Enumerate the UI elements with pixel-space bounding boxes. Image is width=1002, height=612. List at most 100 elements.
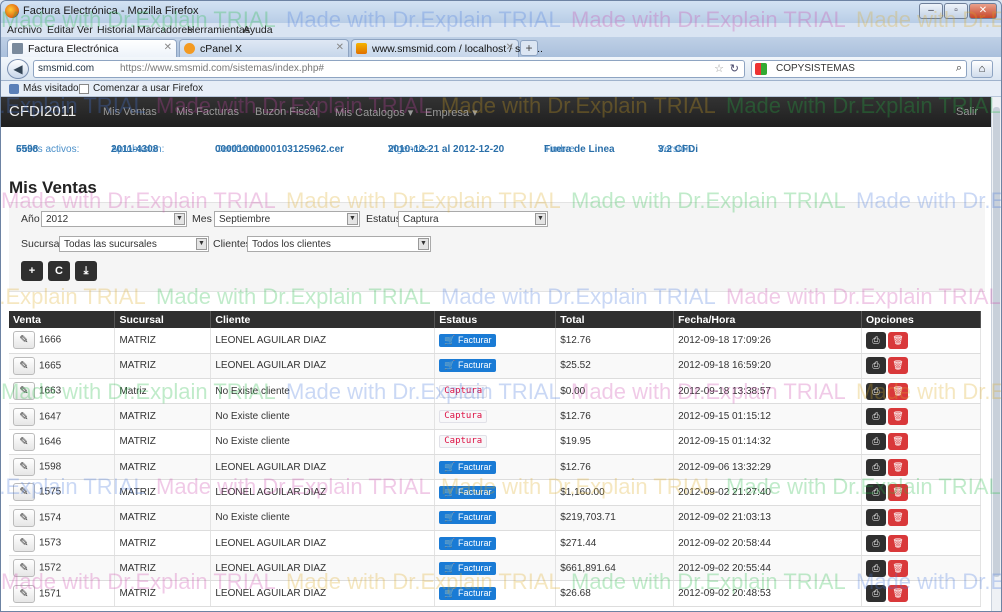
col-fecha[interactable]: Fecha/Hora [673,311,863,328]
home-icon[interactable]: ⌂ [971,60,993,78]
month-select[interactable]: Septiembre ▼ [214,211,360,227]
search-icon[interactable]: ⌕ [956,62,962,75]
print-icon[interactable]: ⎙ [866,585,887,603]
print-icon[interactable]: ⎙ [866,357,887,375]
close-tab-icon[interactable]: ✕ [336,42,344,53]
branch-select[interactable]: Todas las sucursales ▼ [59,236,209,252]
facturar-button[interactable]: 🛒 Facturar [439,333,497,347]
delete-trash-icon[interactable]: 🗑 [888,408,909,426]
edit-pencil-icon[interactable]: ✎ [13,534,35,553]
total-cell: $25.52 [555,353,675,380]
delete-trash-icon[interactable]: 🗑 [888,433,909,451]
nav-mis-ventas[interactable]: Mis Ventas [103,106,157,118]
edit-pencil-icon[interactable]: ✎ [13,458,35,477]
edit-pencil-icon[interactable]: ✎ [13,382,35,401]
logout-link[interactable]: Salir [956,106,978,118]
site-identity[interactable]: smsmid.com [38,63,94,74]
delete-trash-icon[interactable]: 🗑 [888,458,909,476]
print-icon[interactable]: ⎙ [866,433,887,451]
search-engine-icon[interactable] [755,63,767,75]
col-venta[interactable]: Venta [9,311,116,328]
aprobacion-value: 2011-4308 [111,144,159,155]
vertical-scrollbar[interactable] [991,97,1001,611]
print-icon[interactable]: ⎙ [866,458,887,476]
fecha-cell: 2012-09-18 17:09:26 [673,328,863,354]
nav-empresa[interactable]: Empresa ▾ [425,106,478,119]
add-sale-button[interactable]: + [21,261,43,281]
app-brand[interactable]: CFDI2011 [9,103,76,120]
nav-buzon-fiscal[interactable]: Buzon Fiscal [255,106,318,118]
col-cliente[interactable]: Cliente [210,311,436,328]
delete-trash-icon[interactable]: 🗑 [888,382,909,400]
year-select[interactable]: 2012 ▼ [41,211,187,227]
fiscal-info-bar: Folios activos: 6598 Aprobacion: 2011-430… [16,144,699,155]
nav-mis-facturas[interactable]: Mis Facturas [176,106,239,118]
menu-archivo[interactable]: Archivo [7,24,42,36]
cliente-cell: No Existe cliente [210,429,436,455]
url-text[interactable]: https://www.smsmid.com/sistemas/index.ph… [120,63,324,74]
col-total[interactable]: Total [555,311,675,328]
back-arrow-icon[interactable]: ◀ [7,59,29,79]
tab-cpanel[interactable]: cPanel X ✕ [179,39,349,57]
edit-pencil-icon[interactable]: ✎ [13,432,35,451]
tab-phpmyadmin[interactable]: www.smsmid.com / localhost / sms... ✕ [351,39,543,57]
delete-trash-icon[interactable]: 🗑 [888,559,909,577]
table-header-row: Venta Sucursal Cliente Estatus Total Fec… [9,311,981,328]
edit-pencil-icon[interactable]: ✎ [13,407,35,426]
bookmark-star-icon[interactable]: ☆ [714,62,724,75]
menu-herramientas[interactable]: Herramientas [187,24,250,36]
menu-historial[interactable]: Historial [97,24,135,36]
table-row: ✎ 1666 MATRIZ LEONEL AGUILAR DIAZ 🛒 Facturar… [9,328,981,354]
delete-trash-icon[interactable]: 🗑 [888,331,909,349]
menu-ayuda[interactable]: Ayuda [243,24,273,36]
delete-trash-icon[interactable]: 🗑 [888,585,909,603]
menu-ver[interactable]: Ver [77,24,93,36]
nav-mis-catalogos[interactable]: Mis Catalogos ▾ [335,106,413,119]
refresh-button[interactable]: C [48,261,70,281]
facturar-button[interactable]: 🛒 Facturar [439,460,497,474]
download-button[interactable]: ⤓ [75,261,97,281]
facturar-button[interactable]: 🛒 Facturar [439,485,497,499]
facturar-button[interactable]: 🛒 Facturar [439,359,497,373]
edit-pencil-icon[interactable]: ✎ [13,508,35,527]
client-select[interactable]: Todos los clientes ▼ [247,236,431,252]
print-icon[interactable]: ⎙ [866,331,887,349]
edit-pencil-icon[interactable]: ✎ [13,331,35,350]
edit-pencil-icon[interactable]: ✎ [13,559,35,578]
maximize-button[interactable]: ▫ [944,3,968,19]
facturar-button[interactable]: 🛒 Facturar [439,536,497,550]
menu-marcadores[interactable]: Marcadores [137,24,192,36]
delete-trash-icon[interactable]: 🗑 [888,534,909,552]
facturar-button[interactable]: 🛒 Facturar [439,561,497,575]
delete-trash-icon[interactable]: 🗑 [888,357,909,375]
edit-pencil-icon[interactable]: ✎ [13,584,35,603]
bookmark-mas-visitados[interactable]: Más visitados [23,83,84,94]
reload-icon[interactable]: ↻ [730,62,739,75]
close-window-button[interactable]: ✕ [969,3,997,19]
address-bar[interactable]: smsmid.com https://www.smsmid.com/sistem… [33,60,745,78]
col-estatus[interactable]: Estatus [434,311,557,328]
print-icon[interactable]: ⎙ [866,534,887,552]
close-tab-icon[interactable]: ✕ [506,42,514,53]
minimize-button[interactable]: – [919,3,943,19]
delete-trash-icon[interactable]: 🗑 [888,483,909,501]
edit-pencil-icon[interactable]: ✎ [13,356,35,375]
col-sucursal[interactable]: Sucursal [114,311,212,328]
close-tab-icon[interactable]: ✕ [164,42,172,53]
menu-editar[interactable]: Editar [47,24,74,36]
edit-pencil-icon[interactable]: ✎ [13,483,35,502]
facturar-button[interactable]: 🛒 Facturar [439,587,497,601]
print-icon[interactable]: ⎙ [866,509,887,527]
print-icon[interactable]: ⎙ [866,559,887,577]
search-box[interactable]: COPYSISTEMAS ⌕ [751,60,967,78]
new-tab-button[interactable]: + [520,40,538,56]
facturar-button[interactable]: 🛒 Facturar [439,511,497,525]
scrollbar-thumb[interactable] [993,107,1000,577]
tab-factura[interactable]: Factura Electrónica ✕ [7,39,177,57]
print-icon[interactable]: ⎙ [866,382,887,400]
print-icon[interactable]: ⎙ [866,483,887,501]
bookmark-comenzar[interactable]: Comenzar a usar Firefox [93,83,203,94]
status-select[interactable]: Captura ▼ [398,211,548,227]
delete-trash-icon[interactable]: 🗑 [888,509,909,527]
print-icon[interactable]: ⎙ [866,408,887,426]
